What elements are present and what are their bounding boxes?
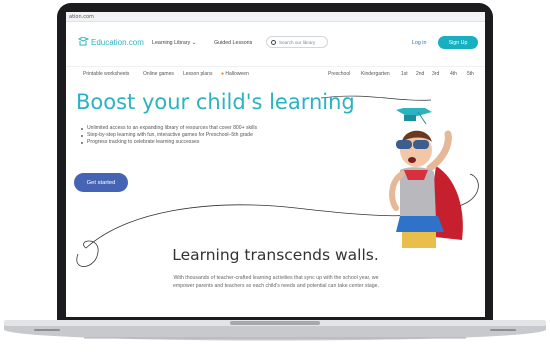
bullet-item: Unlimited access to an expanding library… (80, 125, 257, 132)
logo-text: Education.com (91, 37, 144, 47)
bullet-item: Progress tracking to celebrate learning … (80, 139, 257, 146)
hero-child-image (389, 108, 463, 248)
hero-bullets: Unlimited access to an expanding library… (80, 125, 257, 146)
search-input[interactable]: Search our library (266, 36, 328, 48)
laptop-base (4, 320, 546, 341)
get-started-button[interactable]: Get started (74, 173, 128, 192)
chevron-down-icon: ⌄ (191, 40, 197, 46)
nav-learning-library[interactable]: Learning Library ⌄ (152, 40, 196, 46)
section-text: With thousands of teacher-crafted learni… (126, 274, 426, 290)
section-title: Learning transcends walls. (172, 246, 379, 264)
login-link[interactable]: Log in (412, 40, 426, 46)
hero-title: Boost your child's learning (76, 90, 355, 114)
search-placeholder: Search our library (279, 39, 316, 45)
education-logo-icon (78, 37, 89, 46)
search-icon (271, 39, 276, 45)
browser-screen: ation.com Education.com Learning Library… (66, 12, 485, 317)
education-logo[interactable]: Education.com (78, 37, 144, 47)
graduation-cap-icon (396, 108, 432, 125)
section-text-line: With thousands of teacher-crafted learni… (173, 275, 379, 281)
learning-library-label: Learning Library (152, 40, 191, 46)
section-text-line: empower parents and teachers so each chi… (172, 283, 380, 289)
address-bar[interactable]: ation.com (66, 12, 485, 22)
nav-guided-lessons[interactable]: Guided Lessons (214, 40, 252, 46)
bullet-item: Step-by-step learning with fun, interact… (80, 132, 257, 139)
signup-button[interactable]: Sign Up (438, 36, 478, 49)
